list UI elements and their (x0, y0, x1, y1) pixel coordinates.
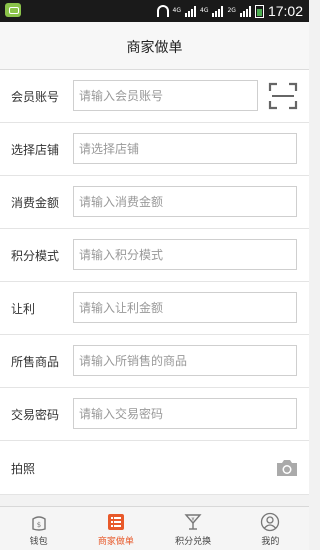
select-store-input[interactable] (73, 133, 297, 164)
camera-icon[interactable] (276, 459, 298, 477)
amount-row: 消费金额 (0, 176, 309, 229)
member-account-input[interactable] (73, 80, 258, 111)
discount-label: 让利 (11, 302, 36, 316)
member-account-row: 会员账号 (0, 70, 309, 123)
wifi-icon (156, 5, 169, 17)
tab-merchant-order-label: 商家做单 (97, 537, 134, 547)
points-mode-row: 积分模式 (0, 229, 309, 282)
select-store-row: 选择店铺 (0, 123, 309, 176)
clock: 17:02 (267, 3, 303, 19)
wallet-icon: $ (31, 516, 46, 531)
discount-row: 让利 (0, 282, 309, 335)
goods-label: 所售商品 (11, 355, 60, 369)
bottom-tab-bar: $ 钱包 商家做单 ¥ 积分兑换 我的 (0, 506, 309, 550)
order-list-icon (107, 514, 124, 530)
select-store-label: 选择店铺 (11, 143, 60, 157)
tab-mine-label: 我的 (261, 537, 280, 547)
battery-icon (254, 4, 264, 18)
trade-password-input[interactable] (73, 398, 297, 429)
tab-points-exchange-label: 积分兑换 (175, 537, 212, 547)
svg-text:$: $ (36, 521, 40, 529)
trade-password-row: 交易密码 (0, 388, 309, 441)
signal-icon-3 (239, 5, 251, 17)
discount-input[interactable] (73, 292, 297, 323)
trade-password-label: 交易密码 (11, 408, 60, 422)
network-label-1: 4G (172, 7, 182, 14)
goods-row: 所售商品 (0, 335, 309, 388)
points-mode-label: 积分模式 (11, 249, 60, 263)
order-form: 会员账号 选择店铺 消费金额 积分模式 让利 所售商品 交易密码 (0, 70, 309, 441)
network-label-3: 2G (227, 7, 236, 14)
tab-wallet-label: 钱包 (29, 537, 48, 547)
app-notification-icon (5, 3, 21, 17)
tab-merchant-order[interactable]: 商家做单 (77, 507, 154, 550)
page-title: 商家做单 (126, 40, 183, 56)
network-label-2: 4G (200, 7, 209, 14)
goods-input[interactable] (73, 345, 297, 376)
amount-label: 消费金额 (11, 196, 60, 210)
scan-icon[interactable] (268, 82, 298, 110)
title-bar: 商家做单 (0, 22, 309, 70)
signal-icon (185, 5, 197, 17)
photo-label: 拍照 (11, 462, 36, 476)
tab-mine[interactable]: 我的 (232, 507, 309, 550)
tab-points-exchange[interactable]: ¥ 积分兑换 (155, 507, 232, 550)
user-icon (261, 512, 280, 532)
signal-icon-2 (212, 5, 224, 17)
tab-wallet[interactable]: $ 钱包 (0, 507, 77, 550)
status-bar: 4G 4G 2G 17:02 (0, 0, 309, 22)
member-account-label: 会员账号 (11, 90, 60, 104)
photo-row[interactable]: 拍照 (0, 441, 309, 495)
svg-text:¥: ¥ (192, 517, 195, 523)
points-mode-input[interactable] (73, 239, 297, 270)
amount-input[interactable] (73, 186, 297, 217)
points-exchange-icon: ¥ (184, 514, 202, 530)
